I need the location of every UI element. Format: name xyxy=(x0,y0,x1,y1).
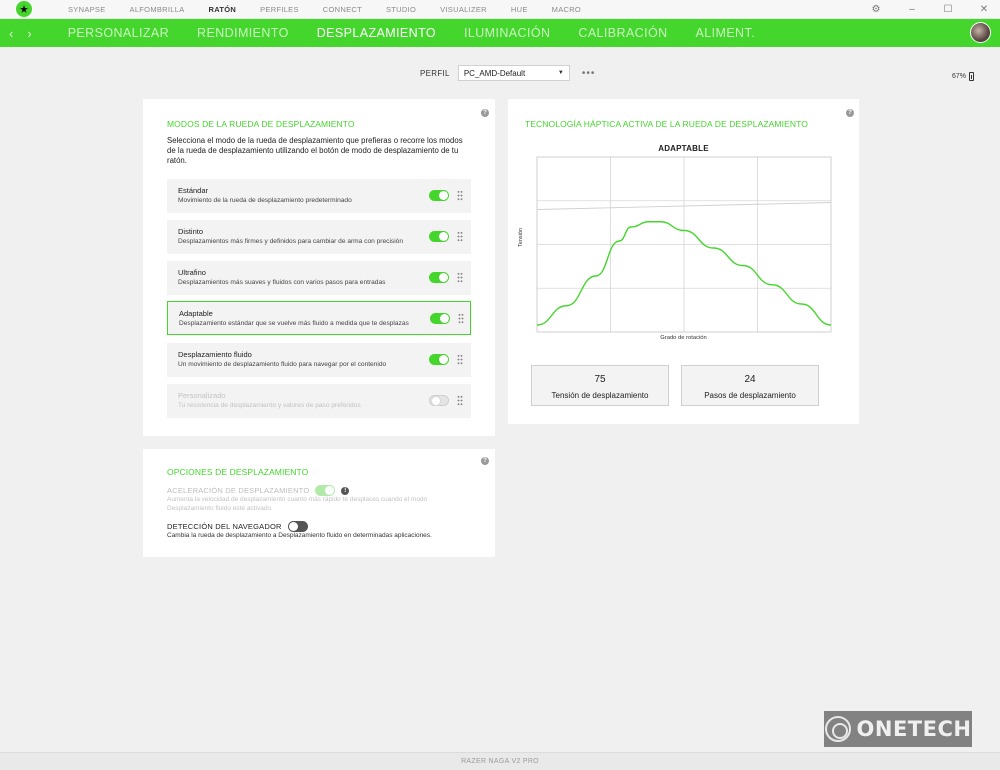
settings-gear-icon[interactable]: ⚙ xyxy=(870,4,882,15)
watermark-logo-icon xyxy=(824,716,851,742)
top-nav-item-4[interactable]: CONNECT xyxy=(311,5,374,14)
drag-handle-icon[interactable] xyxy=(457,395,463,406)
chart-x-axis-label: Grado de rotación xyxy=(660,335,707,341)
back-arrow-icon[interactable]: ‹ xyxy=(9,26,13,41)
top-nav-item-5[interactable]: STUDIO xyxy=(374,5,428,14)
scroll-mode-toggle[interactable] xyxy=(430,313,450,324)
help-icon[interactable]: ? xyxy=(481,109,489,117)
acceleration-description: Aumenta la velocidad de desplazamiento c… xyxy=(167,496,428,512)
tension-value: 75 xyxy=(594,374,606,385)
steps-label: Pasos de desplazamiento xyxy=(704,391,796,400)
info-icon[interactable]: ! xyxy=(341,486,350,495)
scroll-options-title: OPCIONES DE DESPLAZAMIENTO xyxy=(167,467,309,477)
browser-detection-description: Cambia la rueda de desplazamiento a Desp… xyxy=(167,532,432,539)
top-nav: SYNAPSE ALFOMBRILLA RATÓN PERFILES CONNECT ST… xyxy=(56,5,593,14)
haptic-panel: ? TECNOLOGÍA HÁPTICA ACTIVA DE LA RUEDA … xyxy=(508,99,859,424)
scroll-mode-item[interactable]: Desplazamiento fluido Un movimiento de de… xyxy=(167,343,471,377)
drag-handle-icon[interactable] xyxy=(457,354,463,365)
scroll-mode-description: Un movimiento de desplazamiento fluido p… xyxy=(178,361,387,368)
battery-indicator: 67% xyxy=(952,72,975,81)
profile-selector: PERFIL PC_AMD-Default ▼ ••• xyxy=(420,65,595,81)
profile-label: PERFIL xyxy=(420,68,450,78)
user-avatar[interactable] xyxy=(970,22,991,43)
top-nav-item-2[interactable]: RATÓN xyxy=(197,5,249,14)
profile-dropdown-value: PC_AMD-Default xyxy=(463,69,526,78)
scroll-mode-item[interactable]: Estándar Movimiento de la rueda de despla… xyxy=(167,179,471,213)
minimize-icon[interactable]: – xyxy=(906,4,918,15)
help-icon[interactable]: ? xyxy=(481,457,489,465)
sub-nav: ‹ › PERSONALIZAR RENDIMIENTO DESPLAZAMIENT… xyxy=(0,19,1000,47)
battery-icon xyxy=(969,72,975,81)
steps-button[interactable]: 24 Pasos de desplazamiento xyxy=(681,365,819,406)
scroll-mode-description: Movimiento de la rueda de desplazamiento… xyxy=(178,197,352,204)
scroll-mode-name: Ultrafino xyxy=(178,268,206,277)
maximize-icon[interactable]: ☐ xyxy=(942,4,954,15)
scroll-mode-description: Tu resistencia de desplazamiento y valor… xyxy=(178,402,361,409)
tab-1[interactable]: RENDIMIENTO xyxy=(183,26,303,40)
scroll-modes-description: Selecciona el modo de la rueda de despla… xyxy=(167,136,463,165)
sub-tabs: PERSONALIZAR RENDIMIENTO DESPLAZAMIENTO ILU… xyxy=(54,26,769,40)
help-icon[interactable]: ? xyxy=(846,109,854,117)
haptic-title: TECNOLOGÍA HÁPTICA ACTIVA DE LA RUEDA DE… xyxy=(525,119,808,129)
chevron-down-icon: ▼ xyxy=(557,70,564,76)
top-nav-item-1[interactable]: ALFOMBRILLA xyxy=(118,5,197,14)
drag-handle-icon[interactable] xyxy=(458,313,464,324)
scroll-mode-item[interactable]: Ultrafino Desplazamientos más suaves y fl… xyxy=(167,261,471,295)
drag-handle-icon[interactable] xyxy=(457,272,463,283)
tension-button[interactable]: 75 Tensión de desplazamiento xyxy=(531,365,669,406)
close-icon[interactable]: ✕ xyxy=(978,4,990,15)
chart-title: ADAPTABLE xyxy=(658,144,709,153)
tab-0[interactable]: PERSONALIZAR xyxy=(54,26,183,40)
top-nav-item-3[interactable]: PERFILES xyxy=(248,5,311,14)
tension-chart xyxy=(536,156,832,333)
top-bar: SYNAPSE ALFOMBRILLA RATÓN PERFILES CONNECT ST… xyxy=(0,0,1000,19)
scroll-modes-title: MODOS DE LA RUEDA DE DESPLAZAMIENTO xyxy=(167,119,355,129)
scroll-mode-name: Estándar xyxy=(178,186,209,195)
scroll-mode-toggle[interactable] xyxy=(429,190,449,201)
tab-4[interactable]: CALIBRACIÓN xyxy=(564,26,681,40)
scroll-mode-item[interactable]: Adaptable Desplazamiento estándar que se … xyxy=(167,301,471,335)
top-nav-item-8[interactable]: MACRO xyxy=(540,5,593,14)
device-footer: RAZER NAGA V2 PRO xyxy=(0,752,1000,770)
scroll-mode-toggle[interactable] xyxy=(429,231,449,242)
more-options-button[interactable]: ••• xyxy=(582,68,596,79)
scroll-mode-name: Personalizado xyxy=(178,391,226,400)
scroll-options-panel: ? OPCIONES DE DESPLAZAMIENTO ACELERACIÓN… xyxy=(143,449,495,557)
acceleration-label: ACELERACIÓN DE DESPLAZAMIENTO xyxy=(167,486,310,495)
scroll-mode-name: Desplazamiento fluido xyxy=(178,350,252,359)
scroll-mode-name: Distinto xyxy=(178,227,204,236)
chart-y-axis-label: Tensión xyxy=(518,228,524,247)
scroll-modes-panel: ? MODOS DE LA RUEDA DE DESPLAZAMIENTO Se… xyxy=(143,99,495,436)
scroll-mode-name: Adaptable xyxy=(179,309,213,318)
razer-logo-icon[interactable] xyxy=(16,1,32,17)
top-nav-item-0[interactable]: SYNAPSE xyxy=(56,5,118,14)
tab-2[interactable]: DESPLAZAMIENTO xyxy=(303,26,450,40)
scroll-mode-item[interactable]: Personalizado Tu resistencia de desplazam… xyxy=(167,384,471,418)
watermark-text: ONETECH xyxy=(856,717,972,741)
top-nav-item-7[interactable]: HUE xyxy=(499,5,540,14)
top-nav-item-6[interactable]: VISUALIZER xyxy=(428,5,499,14)
tab-5[interactable]: ALIMENT. xyxy=(682,26,769,40)
tension-label: Tensión de desplazamiento xyxy=(551,391,649,400)
window-controls: ⚙ – ☐ ✕ xyxy=(870,0,990,19)
tab-3[interactable]: ILUMINACIÓN xyxy=(450,26,564,40)
scroll-mode-description: Desplazamientos más suaves y fluidos con… xyxy=(178,279,386,286)
scroll-mode-toggle[interactable] xyxy=(429,272,449,283)
scroll-mode-toggle[interactable] xyxy=(429,395,449,406)
scroll-mode-toggle[interactable] xyxy=(429,354,449,365)
profile-dropdown[interactable]: PC_AMD-Default ▼ xyxy=(457,65,570,81)
scroll-mode-description: Desplazamientos más firmes y definidos p… xyxy=(178,238,404,245)
forward-arrow-icon[interactable]: › xyxy=(27,26,31,41)
onetech-watermark: ONETECH xyxy=(824,711,972,747)
scroll-mode-item[interactable]: Distinto Desplazamientos más firmes y def… xyxy=(167,220,471,254)
drag-handle-icon[interactable] xyxy=(457,231,463,242)
browser-detection-label: DETECCIÓN DEL NAVEGADOR xyxy=(167,522,282,531)
scroll-mode-description: Desplazamiento estándar que se vuelve má… xyxy=(179,320,409,327)
drag-handle-icon[interactable] xyxy=(457,190,463,201)
steps-value: 24 xyxy=(744,374,756,385)
battery-percent: 67% xyxy=(952,73,967,80)
